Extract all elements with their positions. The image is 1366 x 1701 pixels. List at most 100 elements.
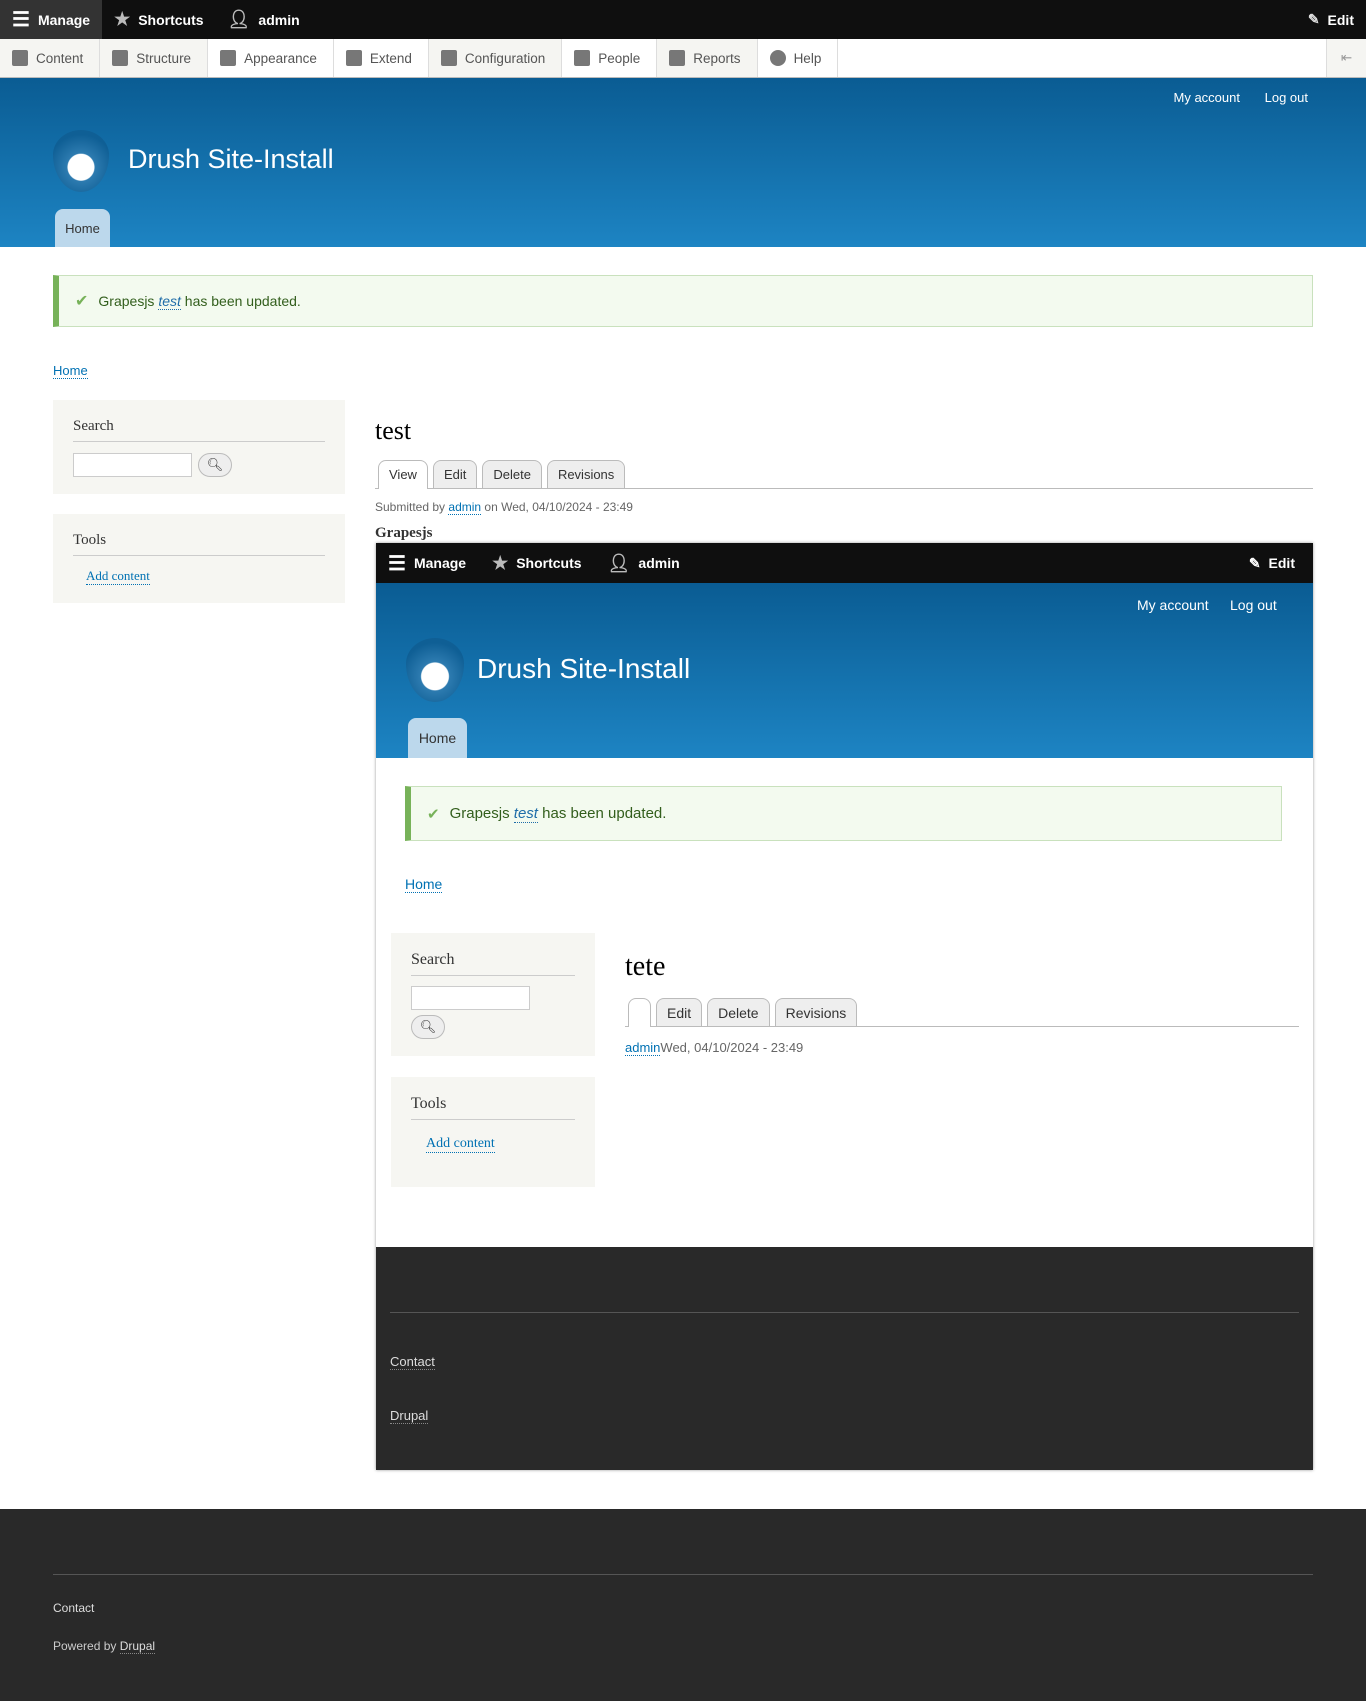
tab-view[interactable]: View <box>378 460 428 489</box>
embedded-search-button[interactable]: 🔍︎ <box>411 1015 445 1039</box>
submitted-info: Submitted by admin on Wed, 04/10/2024 - … <box>375 500 633 515</box>
tray-configuration[interactable]: Configuration <box>428 39 563 77</box>
help-icon <box>769 50 786 66</box>
people-icon <box>574 50 591 66</box>
embedded-submitted: adminWed, 04/10/2024 - 23:49 <box>625 1040 804 1056</box>
tray-reports[interactable]: Reports <box>657 39 758 77</box>
field-label: Grapesjs <box>375 525 433 541</box>
admin-toolbar: ☰ Manage ★ Shortcuts 👤︎ admin ✎ Edit <box>0 0 1366 39</box>
embedded-search-input[interactable] <box>411 986 530 1010</box>
embedded-header: My account Log out Drush Site-Install Ho… <box>376 583 1313 758</box>
embedded-search-block: Search 🔍︎ <box>391 933 595 1056</box>
embedded-footer-contact[interactable]: Contact <box>390 1354 435 1370</box>
star-icon: ★ <box>114 9 131 29</box>
search-input[interactable] <box>73 453 192 477</box>
pencil-icon: ✎ <box>1307 11 1320 27</box>
page-title: test <box>375 416 412 445</box>
tray-extend[interactable]: Extend <box>333 39 429 77</box>
tray-appearance[interactable]: Appearance <box>208 39 334 77</box>
bar-chart-icon <box>669 50 686 66</box>
footer-contact[interactable]: Contact <box>53 1601 94 1615</box>
shortcuts-button[interactable]: ★ Shortcuts <box>102 0 215 39</box>
paintbrush-icon <box>220 50 237 66</box>
divider <box>390 1312 1299 1313</box>
embedded-footer-drupal[interactable]: Drupal <box>390 1408 429 1424</box>
embedded-status-message: ✔ Grapesjs test has been updated. <box>405 786 1282 841</box>
check-icon: ✔ <box>75 293 89 310</box>
tray-help[interactable]: Help <box>757 39 839 77</box>
message-link[interactable]: test <box>158 293 181 310</box>
search-block-title: Search <box>73 418 325 442</box>
search-icon: 🔍︎ <box>419 1019 437 1034</box>
footer-drupal-link[interactable]: Drupal <box>119 1639 156 1654</box>
puzzle-icon <box>345 50 362 66</box>
embedded-footer: Contact Drupal <box>376 1247 1313 1470</box>
site-name[interactable]: Drush Site-Install <box>128 144 334 175</box>
star-icon: ★ <box>492 552 509 573</box>
user-icon: 👤︎ <box>227 9 251 29</box>
search-block: Search 🔍︎ <box>53 400 345 494</box>
tray-content[interactable]: Content <box>0 39 101 77</box>
embedded-search-title: Search <box>411 951 575 976</box>
divider <box>53 1574 1313 1575</box>
status-message: ✔ Grapesjs test has been updated. <box>53 275 1313 327</box>
arrow-left-icon: ⇤ <box>1340 50 1353 65</box>
file-icon <box>12 50 28 66</box>
wrench-icon <box>440 50 457 66</box>
tab-delete[interactable]: Delete <box>482 460 542 488</box>
embedded-content: ☰ Manage ★ Shortcuts 👤︎ admin ✎ Edit My acco… <box>376 543 1313 1470</box>
embedded-add-content[interactable]: Add content <box>426 1136 495 1153</box>
embedded-shortcuts[interactable]: ★ Shortcuts <box>478 543 593 583</box>
embedded-edit[interactable]: ✎ Edit <box>1237 543 1313 583</box>
embedded-drupal-logo[interactable] <box>406 638 464 702</box>
embedded-tab-edit[interactable]: Edit <box>656 998 703 1026</box>
sitemap-icon <box>112 50 129 66</box>
site-footer: Contact Powered by Drupal <box>0 1509 1366 1701</box>
powered-by: Powered by Drupal <box>53 1639 156 1654</box>
embedded-local-tasks: Edit Delete Revisions <box>625 998 1299 1027</box>
embedded-author-link[interactable]: admin <box>625 1040 661 1056</box>
tools-block: Tools Add content <box>53 514 345 603</box>
user-button[interactable]: 👤︎ admin <box>216 0 312 39</box>
tray-orientation-toggle[interactable]: ⇤ <box>1326 39 1366 77</box>
embedded-toolbar: ☰ Manage ★ Shortcuts 👤︎ admin ✎ Edit <box>376 543 1313 583</box>
author-link[interactable]: admin <box>448 500 482 515</box>
embedded-nav-home[interactable]: Home <box>408 718 467 758</box>
breadcrumb-home[interactable]: Home <box>53 363 88 379</box>
embedded-user[interactable]: 👤︎ admin <box>594 543 692 583</box>
embedded-message-link[interactable]: test <box>513 805 538 823</box>
tray-structure[interactable]: Structure <box>100 39 209 77</box>
my-account-link[interactable]: My account <box>1174 90 1240 105</box>
check-icon: ✔ <box>427 805 440 823</box>
embedded-breadcrumb-home[interactable]: Home <box>405 876 443 893</box>
search-button[interactable]: 🔍︎ <box>198 453 232 477</box>
admin-tray: Content Structure Appearance Extend Conf… <box>0 39 1366 78</box>
edit-button[interactable]: ✎ Edit <box>1296 0 1366 39</box>
drupal-logo[interactable] <box>53 130 109 192</box>
embedded-tab-revisions[interactable]: Revisions <box>774 998 858 1026</box>
embedded-tools-block: Tools Add content <box>391 1077 595 1187</box>
embedded-tab-delete[interactable]: Delete <box>707 998 770 1026</box>
embedded-tab-view[interactable] <box>628 998 651 1027</box>
tab-edit[interactable]: Edit <box>432 460 478 488</box>
embedded-page-title: tete <box>625 951 666 982</box>
log-out-link[interactable]: Log out <box>1265 90 1308 105</box>
user-icon: 👤︎ <box>607 552 631 573</box>
tray-people[interactable]: People <box>562 39 658 77</box>
menu-icon: ☰ <box>12 9 30 31</box>
embedded-tools-title: Tools <box>411 1095 575 1120</box>
embedded-manage[interactable]: ☰ Manage <box>376 543 478 583</box>
menu-icon: ☰ <box>388 552 406 575</box>
local-tasks: View Edit Delete Revisions <box>375 460 1313 489</box>
embedded-log-out[interactable]: Log out <box>1230 597 1277 613</box>
site-header: My account Log out Drush Site-Install Ho… <box>0 78 1366 247</box>
add-content-link[interactable]: Add content <box>86 568 150 585</box>
tools-block-title: Tools <box>73 532 325 556</box>
embedded-my-account[interactable]: My account <box>1137 597 1209 613</box>
embedded-site-name[interactable]: Drush Site-Install <box>477 653 690 685</box>
manage-button[interactable]: ☰ Manage <box>0 0 103 39</box>
pencil-icon: ✎ <box>1248 554 1261 571</box>
nav-home[interactable]: Home <box>55 209 110 247</box>
search-icon: 🔍︎ <box>206 457 224 472</box>
tab-revisions[interactable]: Revisions <box>546 460 626 488</box>
